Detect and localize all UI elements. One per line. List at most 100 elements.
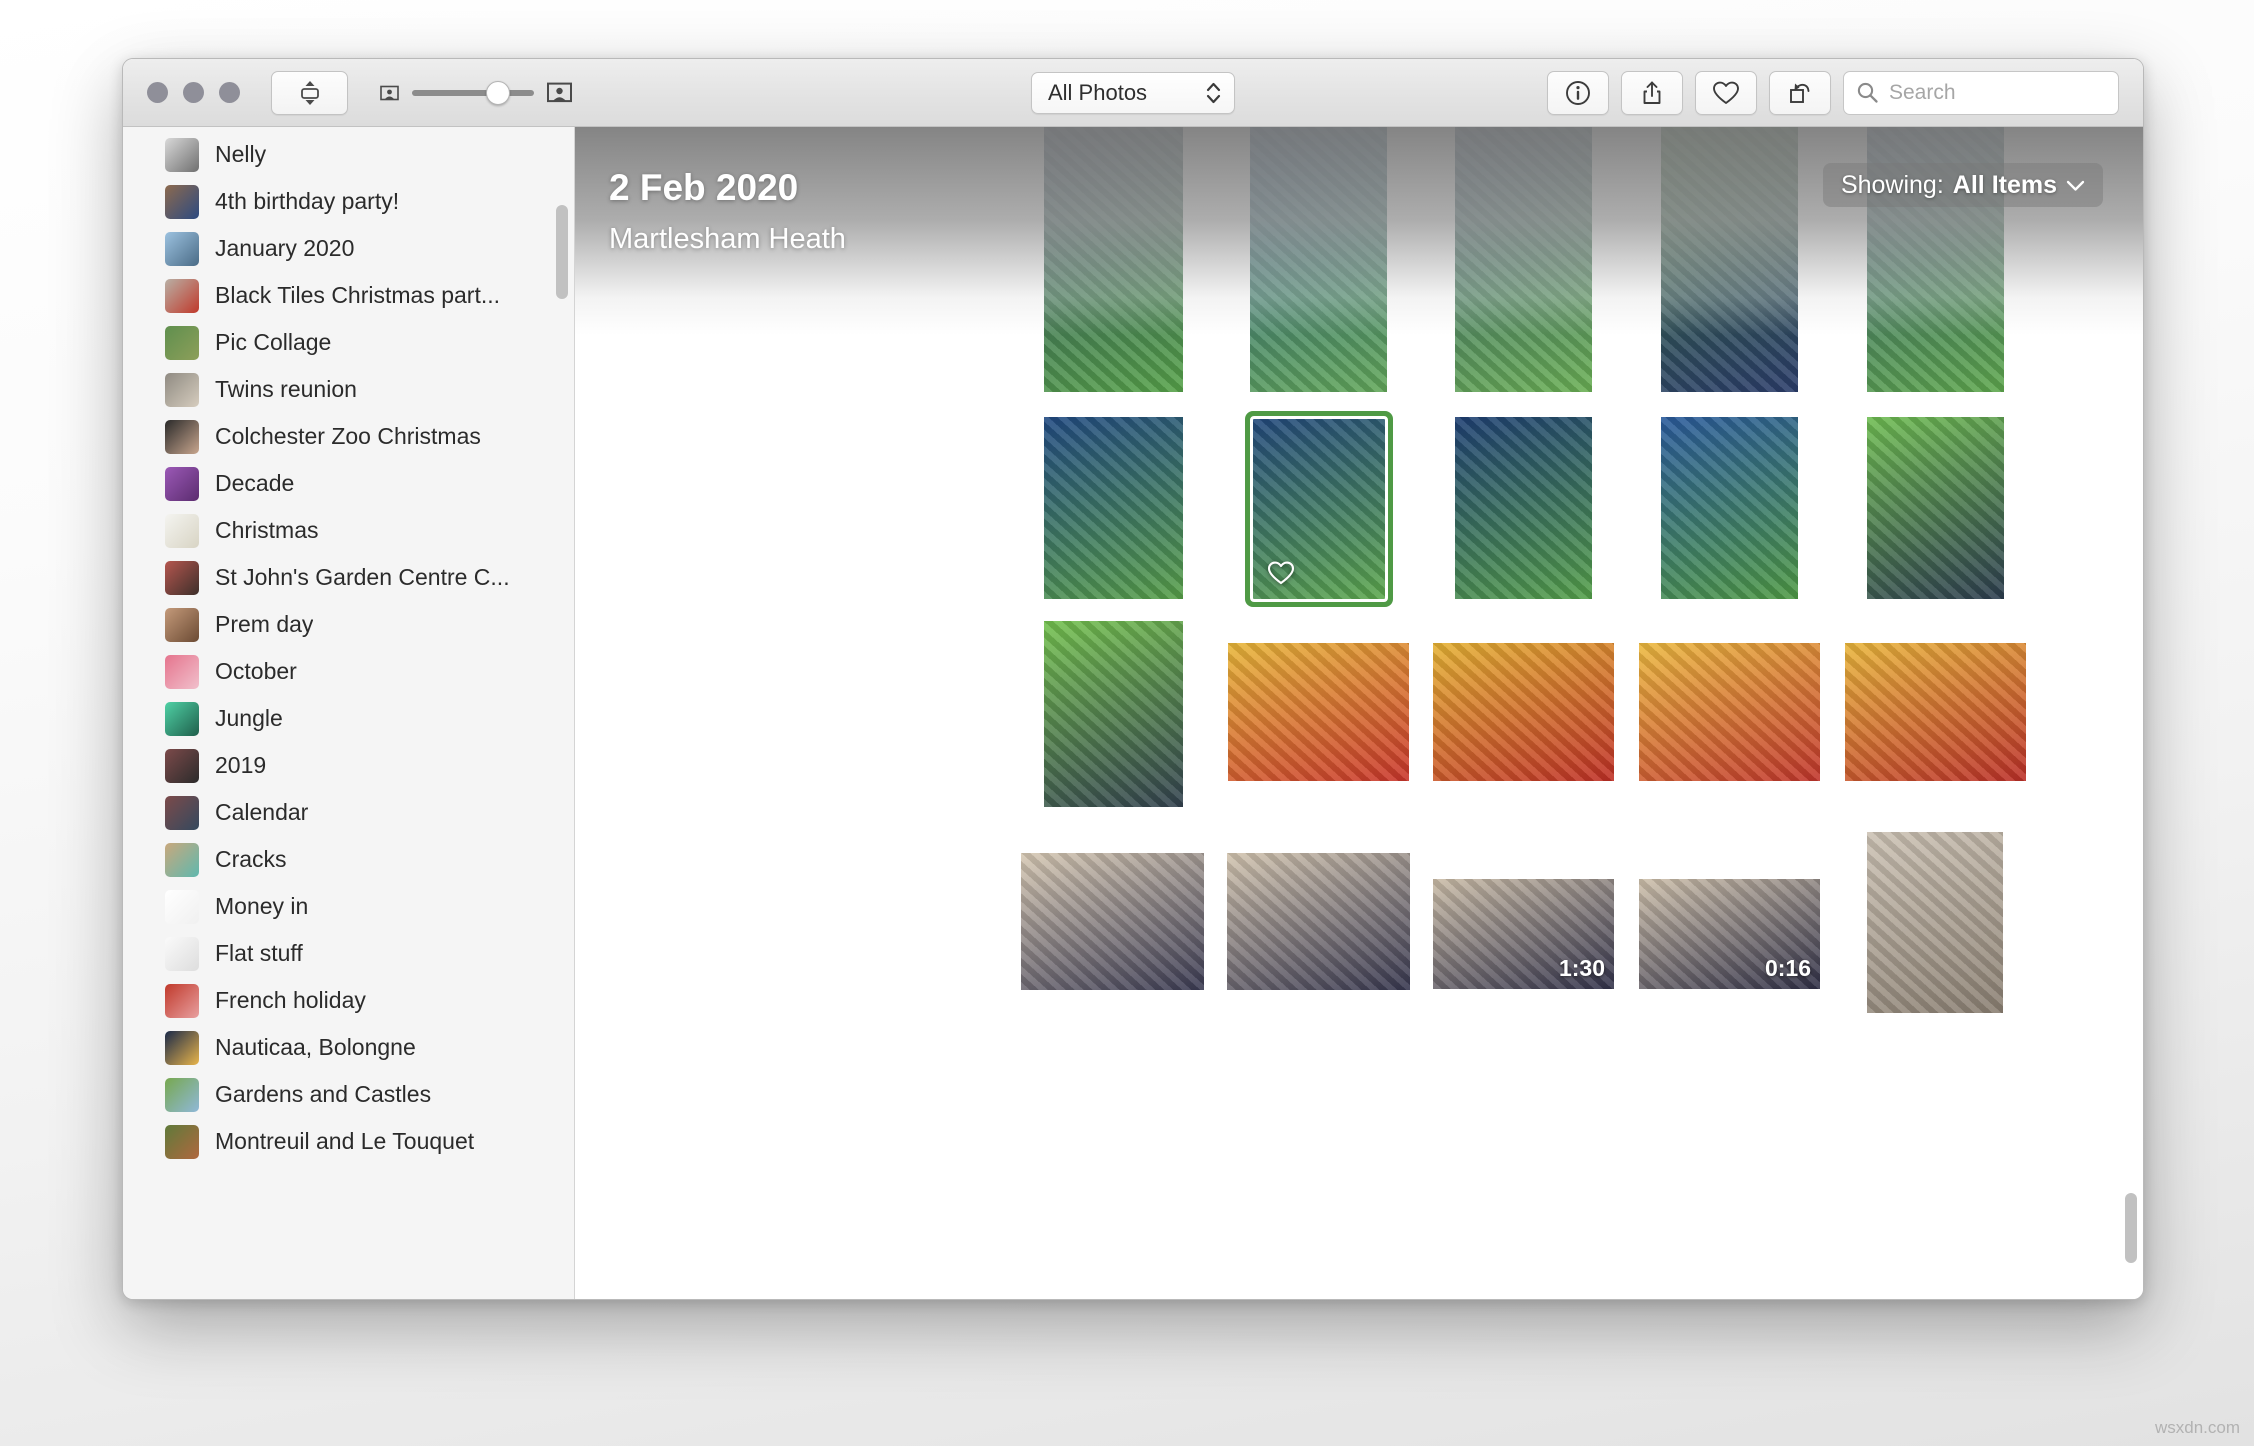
- close-button[interactable]: [147, 82, 168, 103]
- sidebar-item[interactable]: Nauticaa, Bolongne: [123, 1024, 574, 1071]
- photo-cell[interactable]: [1661, 417, 1798, 599]
- thumbnail-size-slider-group: [380, 80, 572, 105]
- minimize-button[interactable]: [183, 82, 204, 103]
- sidebar-item[interactable]: Colchester Zoo Christmas: [123, 413, 574, 460]
- album-thumbnail: [165, 795, 199, 830]
- album-thumbnail: [165, 372, 199, 407]
- album-thumbnail: [165, 936, 199, 971]
- window-content: Nelly 4th birthday party! January 2020 Blac…: [123, 127, 2143, 1299]
- sidebar-item[interactable]: Flat stuff: [123, 930, 574, 977]
- sidebar-item[interactable]: St John's Garden Centre C...: [123, 554, 574, 601]
- sidebar-item[interactable]: Twins reunion: [123, 366, 574, 413]
- sidebar-item-label: Black Tiles Christmas part...: [215, 282, 501, 308]
- photo-grid-scrollbar-thumb[interactable]: [2125, 1193, 2137, 1263]
- sidebar-toggle-button[interactable]: [271, 70, 348, 115]
- rotate-button[interactable]: [1769, 70, 1831, 115]
- sidebar-scrollbar[interactable]: [556, 127, 568, 1299]
- album-thumbnail: [165, 1030, 199, 1065]
- album-thumbnail: [165, 513, 199, 548]
- sidebar-item-label: Money in: [215, 893, 309, 919]
- sidebar-item[interactable]: Christmas: [123, 507, 574, 554]
- traffic-light-group: [147, 82, 240, 103]
- sidebar-item[interactable]: Black Tiles Christmas part...: [123, 272, 574, 319]
- photo-cell[interactable]: [1433, 643, 1614, 781]
- sidebar-item-label: 2019: [215, 752, 267, 778]
- video-duration-label: 1:30: [1558, 955, 1605, 981]
- album-thumbnail: [165, 325, 199, 360]
- photo-thumbnail: [1250, 416, 1388, 602]
- slider-knob[interactable]: [486, 80, 510, 105]
- photo-cell-selected[interactable]: [1245, 411, 1393, 607]
- album-thumbnail: [165, 654, 199, 689]
- photo-cell[interactable]: [1227, 853, 1410, 990]
- sidebar-item[interactable]: Cracks: [123, 836, 574, 883]
- library-filter-popup-button[interactable]: All Photos: [1031, 71, 1235, 114]
- watermark: wsxdn.com: [2154, 1418, 2240, 1437]
- sidebar-scrollbar-thumb[interactable]: [556, 205, 568, 299]
- photo-cell[interactable]: [1661, 127, 1798, 392]
- photo-cell[interactable]: [1250, 127, 1387, 392]
- photo-cell[interactable]: [1044, 621, 1183, 807]
- sidebar-item-label: Pic Collage: [215, 329, 332, 355]
- album-thumbnail: [165, 607, 199, 642]
- small-photo-icon: [380, 85, 399, 100]
- large-photo-icon: [547, 82, 572, 103]
- sidebar-item-label: Gardens and Castles: [215, 1081, 432, 1107]
- photo-cell[interactable]: [1044, 417, 1183, 599]
- favorite-heart-icon[interactable]: [1266, 559, 1296, 587]
- sidebar-item[interactable]: 2019: [123, 742, 574, 789]
- photos-window: All Photos Search Nelly 4th birthday par…: [122, 58, 2144, 1300]
- photo-cell[interactable]: [1455, 127, 1592, 392]
- sidebar-item[interactable]: Calendar: [123, 789, 574, 836]
- photo-grid-scrollbar[interactable]: [2125, 127, 2137, 1299]
- sidebar-item[interactable]: October: [123, 648, 574, 695]
- photo-cell[interactable]: [1867, 417, 2004, 599]
- search-field[interactable]: [1843, 70, 2119, 115]
- info-icon: [1566, 80, 1590, 105]
- info-button[interactable]: [1547, 70, 1609, 115]
- sidebar-item-label: Montreuil and Le Touquet: [215, 1128, 475, 1154]
- sidebar-item-label: Christmas: [215, 517, 319, 543]
- sidebar-item[interactable]: French holiday: [123, 977, 574, 1024]
- popup-button-label: All Photos: [1048, 79, 1148, 105]
- showing-filter-button[interactable]: Showing: All Items: [1822, 163, 2103, 207]
- sidebar-item[interactable]: Jungle: [123, 695, 574, 742]
- photo-grid: 1:30 0:16: [575, 127, 2143, 1299]
- thumbnail-size-slider[interactable]: [412, 80, 534, 105]
- photo-cell[interactable]: [1845, 643, 2026, 781]
- search-input[interactable]: [1889, 80, 2089, 105]
- photo-cell[interactable]: [1867, 832, 2003, 1013]
- sidebar-item[interactable]: Prem day: [123, 601, 574, 648]
- sidebar-item-label: October: [215, 658, 297, 684]
- sidebar-item[interactable]: 4th birthday party!: [123, 178, 574, 225]
- sidebar-item-label: Prem day: [215, 611, 314, 637]
- rotate-icon: [1790, 83, 1810, 103]
- sidebar-item-label: Twins reunion: [215, 376, 357, 402]
- photo-cell[interactable]: [1044, 127, 1183, 392]
- photo-cell[interactable]: [1455, 417, 1592, 599]
- share-button[interactable]: [1621, 70, 1683, 115]
- sidebar-item[interactable]: Pic Collage: [123, 319, 574, 366]
- sidebar-item-label: Flat stuff: [215, 940, 303, 966]
- photo-cell[interactable]: [1228, 643, 1409, 781]
- sidebar-item[interactable]: January 2020: [123, 225, 574, 272]
- sidebar-item[interactable]: Money in: [123, 883, 574, 930]
- zoom-button[interactable]: [219, 82, 240, 103]
- photo-cell[interactable]: [1639, 643, 1820, 781]
- favorite-button[interactable]: [1695, 70, 1757, 115]
- video-cell[interactable]: 0:16: [1639, 879, 1820, 989]
- sidebar-item[interactable]: Gardens and Castles: [123, 1071, 574, 1118]
- sidebar-item-label: Calendar: [215, 799, 309, 825]
- sidebar-item[interactable]: Decade: [123, 460, 574, 507]
- sidebar-item-label: Cracks: [215, 846, 287, 872]
- sidebar-album-list: Nelly 4th birthday party! January 2020 Blac…: [123, 127, 574, 1165]
- photo-cell[interactable]: [1021, 853, 1204, 990]
- album-thumbnail: [165, 466, 199, 501]
- sidebar-item[interactable]: Nelly: [123, 131, 574, 178]
- sidebar-item[interactable]: Montreuil and Le Touquet: [123, 1118, 574, 1165]
- sidebar: Nelly 4th birthday party! January 2020 Blac…: [123, 127, 575, 1299]
- album-thumbnail: [165, 748, 199, 783]
- chevron-updown-icon: [1206, 82, 1221, 103]
- video-cell[interactable]: 1:30: [1433, 879, 1614, 989]
- album-thumbnail: [165, 842, 199, 877]
